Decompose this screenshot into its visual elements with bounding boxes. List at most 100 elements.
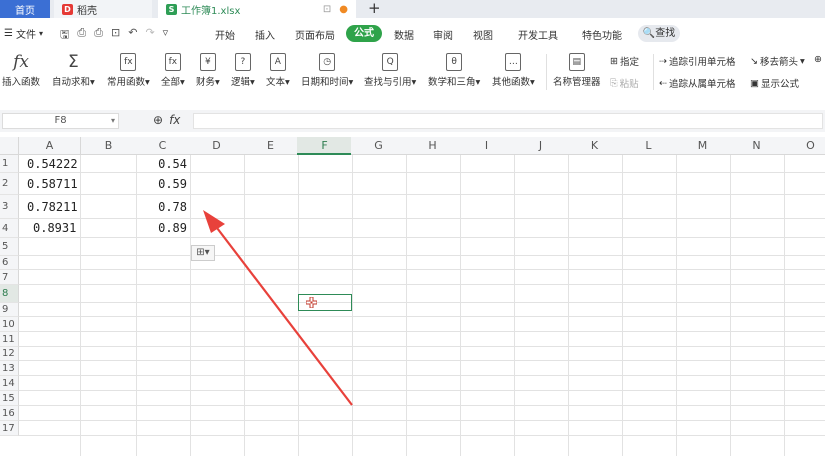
save-icon[interactable]: 🖫	[60, 26, 69, 45]
finance-button[interactable]: ¥ 财务▾	[196, 50, 220, 88]
customize-icon[interactable]: ▿	[163, 26, 169, 45]
name-manager-button[interactable]: ▤ 名称管理器	[553, 50, 601, 88]
print-icon[interactable]: ⎙	[94, 26, 103, 45]
clock-icon: ◷	[319, 50, 336, 74]
row-header-12[interactable]: 12	[0, 347, 19, 361]
cell-c1[interactable]: 0.54	[137, 155, 187, 173]
menu-data[interactable]: 数据	[394, 27, 414, 42]
row-header-9[interactable]: 9	[0, 303, 19, 317]
tab-daoke[interactable]: D 稻壳	[54, 0, 152, 18]
column-header-c[interactable]: C	[135, 137, 191, 155]
cell-a4[interactable]: 0.8931	[21, 219, 77, 238]
row-header-10[interactable]: 10	[0, 317, 19, 332]
column-header-g[interactable]: G	[351, 137, 407, 155]
paste-options-button[interactable]: ⊞▾	[191, 245, 215, 261]
paste-name-button[interactable]: ⎘ 粘贴	[610, 76, 639, 91]
text-button[interactable]: A 文本▾	[266, 50, 290, 88]
row-header-8[interactable]: 8	[0, 285, 19, 303]
print-preview-icon[interactable]: ⎙	[77, 26, 86, 45]
cell-a3[interactable]: 0.78211	[21, 195, 78, 219]
menu-page-layout[interactable]: 页面布局	[295, 27, 335, 42]
common-functions-button[interactable]: fx 常用函数▾	[107, 50, 150, 88]
cell-c3[interactable]: 0.78	[137, 195, 187, 219]
show-formulas-button[interactable]: ▣ 显示公式	[750, 76, 799, 91]
remove-arrows-button[interactable]: ↘ 移去箭头 ▾	[750, 54, 805, 69]
select-all-corner[interactable]	[0, 137, 19, 155]
search-button[interactable]: 🔍查找	[638, 25, 680, 42]
column-header-m[interactable]: M	[675, 137, 731, 155]
autosum-button[interactable]: Σ 自动求和▾	[52, 50, 95, 88]
pin-icon[interactable]: ⊡	[323, 4, 331, 15]
cell-c2[interactable]: 0.59	[137, 173, 187, 195]
formula-input[interactable]	[193, 113, 823, 129]
menu-start[interactable]: 开始	[215, 27, 235, 42]
menu-developer[interactable]: 开发工具	[518, 27, 558, 42]
menu-insert[interactable]: 插入	[255, 27, 275, 42]
lookup-reference-button[interactable]: Q 查找与引用▾	[364, 50, 416, 88]
column-header-j[interactable]: J	[513, 137, 569, 155]
math-trig-button[interactable]: θ 数学和三角▾	[428, 50, 480, 88]
all-functions-button[interactable]: fx 全部▾	[161, 50, 185, 88]
trace-dependents-button[interactable]: ⇠ 追踪从属单元格	[659, 76, 735, 91]
fx-icon[interactable]: fx	[169, 113, 180, 127]
column-header-o[interactable]: O	[783, 137, 825, 155]
cell-a2[interactable]: 0.58711	[21, 173, 78, 195]
name-manager-icon: ▤	[568, 50, 585, 74]
logic-button[interactable]: ? 逻辑▾	[231, 50, 255, 88]
column-header-b[interactable]: B	[81, 137, 137, 155]
daoke-logo-icon: D	[62, 3, 73, 15]
column-header-e[interactable]: E	[243, 137, 299, 155]
row-header-14[interactable]: 14	[0, 376, 19, 391]
trace-precedents-icon: ⇢	[659, 55, 667, 67]
column-header-h[interactable]: H	[405, 137, 461, 155]
name-box[interactable]: F8 ▾	[2, 113, 119, 129]
row-header-17[interactable]: 17	[0, 421, 19, 436]
cell-a1[interactable]: 0.54222	[21, 155, 78, 173]
row-header-7[interactable]: 7	[0, 270, 19, 285]
column-header-l[interactable]: L	[621, 137, 677, 155]
spreadsheet-grid[interactable]: ABCDEFGHIJKLMNO 1 2 3 4 5 6 7 8 9 10 11 12 13 14 15 16 1…	[0, 137, 825, 456]
row-header-13[interactable]: 13	[0, 361, 19, 376]
other-functions-button[interactable]: … 其他函数▾	[492, 50, 535, 88]
ribbon-overflow-icon[interactable]: ⊕	[814, 54, 822, 65]
menu-formulas[interactable]: 公式	[346, 25, 382, 42]
column-header-k[interactable]: K	[567, 137, 623, 155]
redo-icon[interactable]: ↷	[145, 26, 154, 45]
finance-label: 财务	[196, 77, 216, 88]
cell-cursor-icon	[306, 297, 317, 308]
column-header-f[interactable]: F	[297, 137, 353, 155]
zoom-icon[interactable]: ⊕	[153, 113, 163, 127]
ribbon-divider-2	[653, 54, 654, 90]
row-header-4[interactable]: 4	[0, 219, 19, 238]
column-header-a[interactable]: A	[19, 137, 81, 155]
tab-workbook[interactable]: S 工作簿1.xlsx ⊡ ●	[158, 0, 356, 18]
row-header-15[interactable]: 15	[0, 391, 19, 406]
cell-c4[interactable]: 0.89	[137, 219, 187, 238]
new-tab-button[interactable]: +	[368, 0, 381, 18]
row-header-11[interactable]: 11	[0, 332, 19, 347]
formula-bar: F8 ▾ ⊕ fx	[0, 110, 825, 132]
row-header-3[interactable]: 3	[0, 195, 19, 219]
row-header-1[interactable]: 1	[0, 155, 19, 173]
menu-review[interactable]: 审阅	[433, 27, 453, 42]
chevron-down-icon: ▾	[110, 116, 115, 125]
menu-view[interactable]: 视图	[473, 27, 493, 42]
assign-name-button[interactable]: ⊞ 指定	[610, 54, 639, 69]
column-header-n[interactable]: N	[729, 137, 785, 155]
tab-daoke-label: 稻壳	[77, 5, 97, 17]
date-time-button[interactable]: ◷ 日期和时间▾	[301, 50, 353, 88]
column-gridline	[568, 155, 569, 456]
column-header-d[interactable]: D	[189, 137, 245, 155]
row-header-6[interactable]: 6	[0, 256, 19, 270]
insert-function-button[interactable]: fx 插入函数	[2, 50, 40, 88]
trace-precedents-button[interactable]: ⇢ 追踪引用单元格	[659, 54, 735, 69]
menu-features[interactable]: 特色功能	[582, 27, 622, 42]
undo-icon[interactable]: ↶	[128, 26, 137, 45]
column-header-i[interactable]: I	[459, 137, 515, 155]
file-menu[interactable]: ☰ 文件 ▾	[4, 26, 43, 41]
row-header-2[interactable]: 2	[0, 173, 19, 195]
tab-home[interactable]: 首页	[0, 0, 50, 18]
row-header-5[interactable]: 5	[0, 238, 19, 256]
row-header-16[interactable]: 16	[0, 406, 19, 421]
export-icon[interactable]: ⊡	[111, 26, 120, 45]
